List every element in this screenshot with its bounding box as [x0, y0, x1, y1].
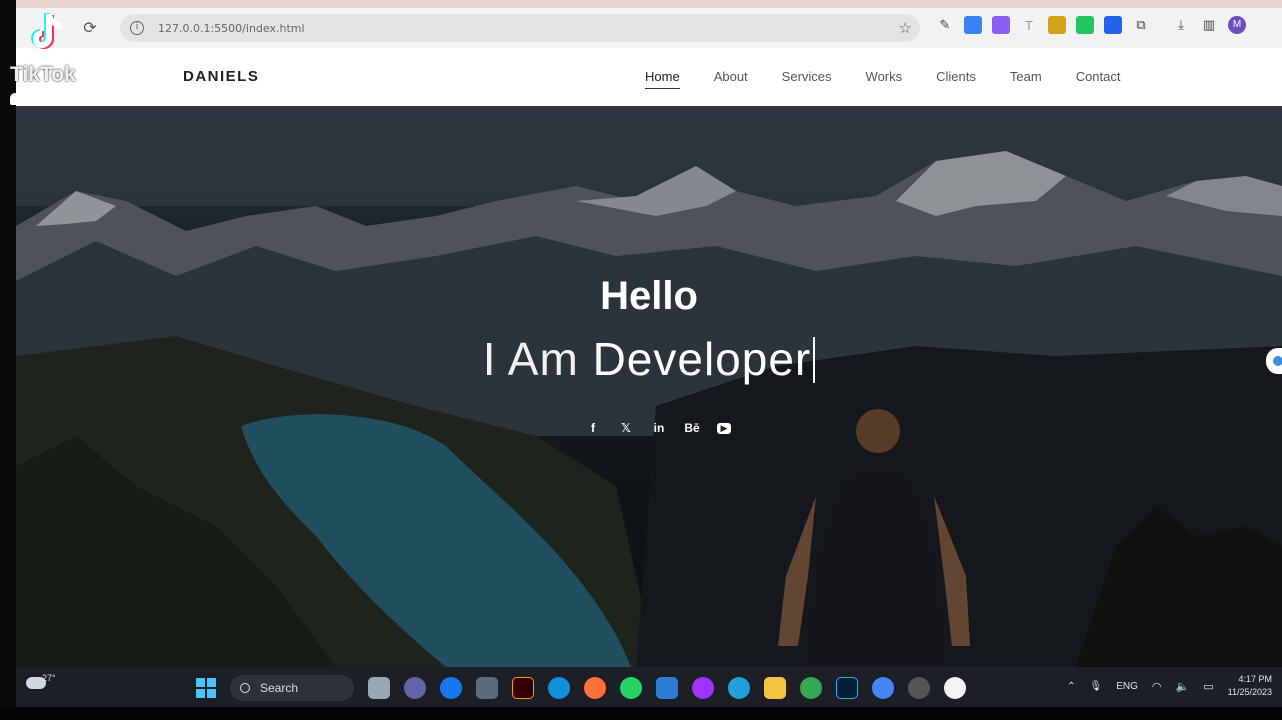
extension-icon[interactable]: [1076, 16, 1094, 34]
site-info-icon[interactable]: i: [130, 21, 144, 35]
person-icon: [10, 93, 20, 105]
chrome-active-icon[interactable]: [872, 677, 894, 699]
video-letterbox-bottom: [0, 707, 1282, 720]
nav-links: Home About Services Works Clients Team C…: [645, 69, 1155, 89]
nav-about[interactable]: About: [714, 69, 748, 84]
illustrator-icon[interactable]: [512, 677, 534, 699]
nav-services[interactable]: Services: [782, 69, 832, 84]
windows-start-icon[interactable]: [196, 678, 216, 698]
taskbar-search-label: Search: [260, 681, 299, 695]
nav-works[interactable]: Works: [866, 69, 903, 84]
app-icon[interactable]: [908, 677, 930, 699]
firefox-icon[interactable]: [584, 677, 606, 699]
linkedin-icon[interactable]: in: [651, 420, 667, 436]
social-links: f 𝕏 in Bē ▶: [585, 420, 731, 436]
teams-icon[interactable]: [404, 677, 426, 699]
chevron-up-icon[interactable]: ⌃: [1067, 681, 1075, 692]
address-url: 127.0.0.1:5500/index.html: [158, 21, 305, 35]
whatsapp-icon[interactable]: [620, 677, 642, 699]
x-icon[interactable]: 𝕏: [618, 420, 634, 436]
text-extension-icon[interactable]: T: [1020, 16, 1038, 34]
volume-icon[interactable]: 🔈: [1176, 680, 1190, 693]
weather-temp: 27°: [42, 673, 56, 683]
hero-prefix: I Am: [482, 333, 579, 385]
nav-team[interactable]: Team: [1010, 69, 1042, 84]
hero-subtitle: I Am Developer: [16, 332, 1282, 386]
profile-avatar[interactable]: M: [1228, 16, 1246, 34]
mic-icon[interactable]: 🎙: [1090, 681, 1103, 692]
facebook-app-icon[interactable]: [440, 677, 462, 699]
task-view-icon[interactable]: [368, 677, 390, 699]
nav-clients[interactable]: Clients: [936, 69, 976, 84]
search-icon: [240, 683, 250, 693]
hero-overlay: [16, 106, 1282, 667]
download-icon[interactable]: ⤓: [1172, 16, 1190, 34]
system-tray: ⌃ 🎙 ENG ◠ 🔈 ▭ 4:17 PM 11/25/2023: [1067, 673, 1272, 699]
taskbar-apps: Search: [196, 675, 966, 701]
typing-cursor: [813, 337, 816, 383]
pen-extension-icon[interactable]: ✎: [936, 16, 954, 34]
wifi-icon[interactable]: ◠: [1152, 680, 1162, 693]
taskbar-clock[interactable]: 4:17 PM 11/25/2023: [1228, 673, 1272, 699]
telegram-icon[interactable]: [728, 677, 750, 699]
language-indicator[interactable]: ENG: [1116, 681, 1138, 692]
app-icon[interactable]: [476, 677, 498, 699]
hero-section: Hello I Am Developer f 𝕏 in Bē ▶: [16, 106, 1282, 667]
chrome-icon[interactable]: [800, 677, 822, 699]
video-letterbox: [0, 0, 16, 720]
tiktok-username-text: @marwa.radi1: [24, 91, 116, 107]
facebook-icon[interactable]: f: [585, 420, 601, 436]
extension-icon[interactable]: [964, 16, 982, 34]
extension-icon[interactable]: [1104, 16, 1122, 34]
tiktok-watermark: TikTok @marwa.radi1: [10, 10, 115, 107]
file-explorer-icon[interactable]: [764, 677, 786, 699]
messenger-icon[interactable]: [692, 677, 714, 699]
clock-time: 4:17 PM: [1238, 674, 1272, 684]
behance-icon[interactable]: Bē: [684, 420, 700, 436]
puzzle-icon[interactable]: ⧉: [1132, 16, 1150, 34]
star-icon[interactable]: ☆: [899, 19, 912, 37]
address-bar[interactable]: i 127.0.0.1:5500/index.html ☆: [120, 14, 920, 42]
site-brand[interactable]: DANIELS: [183, 68, 259, 85]
battery-icon[interactable]: ▭: [1203, 680, 1213, 693]
nav-contact[interactable]: Contact: [1076, 69, 1121, 84]
browser-tab-strip: [16, 0, 1282, 8]
extension-icon[interactable]: [992, 16, 1010, 34]
browser-toolbar: ⟳ i 127.0.0.1:5500/index.html ☆ ✎ T ⧉ ⤓ …: [16, 8, 1282, 48]
tiktok-username: @marwa.radi1: [10, 91, 115, 107]
sidebar-icon[interactable]: ▥: [1200, 16, 1218, 34]
photoshop-icon[interactable]: [836, 677, 858, 699]
hero-typed-word: Developer: [592, 333, 812, 385]
hero-greeting: Hello: [600, 274, 698, 318]
youtube-icon[interactable]: ▶: [717, 422, 731, 434]
site-navbar: DANIELS Home About Services Works Client…: [16, 48, 1282, 106]
nav-home[interactable]: Home: [645, 69, 680, 89]
extensions-row: ✎ T ⧉ ⤓ ▥ M: [936, 16, 1246, 34]
media-player-icon[interactable]: [944, 677, 966, 699]
tiktok-name: TikTok: [10, 63, 76, 86]
edge-icon[interactable]: [548, 677, 570, 699]
side-chat-bubble[interactable]: [1266, 348, 1282, 374]
clock-date: 11/25/2023: [1227, 687, 1272, 697]
taskbar-search[interactable]: Search: [230, 675, 354, 701]
tiktok-logo-icon: [31, 13, 62, 49]
extension-icon[interactable]: [1048, 16, 1066, 34]
windows-taskbar: 27° Search ⌃ 🎙 ENG ◠ 🔈 ▭ 4:17 PM 11/25/2…: [16, 667, 1282, 707]
weather-widget[interactable]: 27°: [26, 673, 56, 689]
app-icon[interactable]: [656, 677, 678, 699]
